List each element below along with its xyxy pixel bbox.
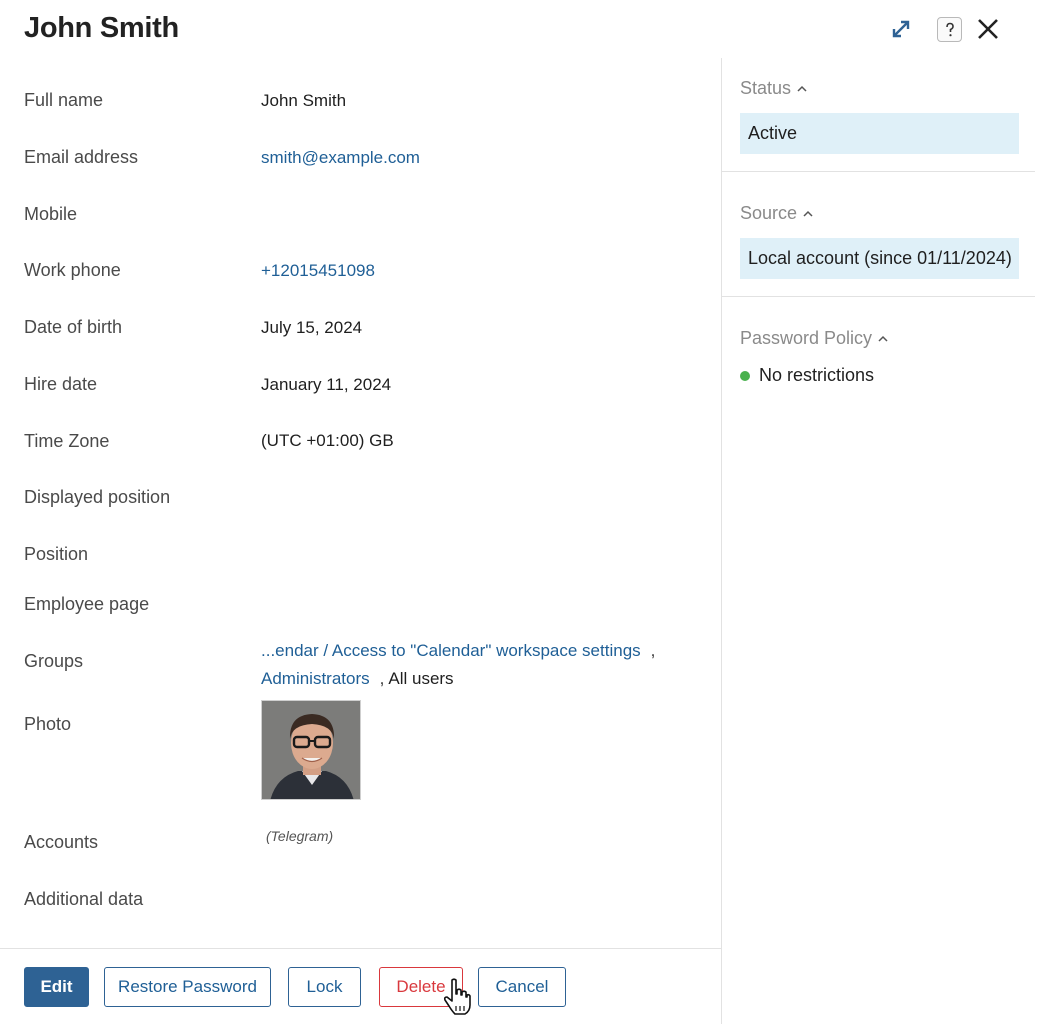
chevron-up-icon <box>878 335 888 342</box>
close-icon[interactable] <box>974 15 1002 43</box>
sidebar-divider <box>721 58 722 1024</box>
work-phone-link[interactable]: +12015451098 <box>261 261 375 281</box>
groups-line-1: ...endar / Access to "Calendar" workspac… <box>261 641 655 661</box>
password-policy-section-toggle[interactable]: Password Policy <box>740 328 888 349</box>
group-separator: , <box>379 669 385 688</box>
password-policy-text: No restrictions <box>759 365 875 385</box>
chevron-up-icon <box>803 210 813 217</box>
date-of-birth-label: Date of birth <box>24 317 123 337</box>
footer-divider <box>0 948 721 949</box>
groups-line-2: Administrators, All users <box>261 669 454 689</box>
help-icon[interactable] <box>937 17 962 42</box>
group-all-users: All users <box>388 669 454 688</box>
hire-date-value: January 11, 2024 <box>261 375 392 394</box>
work-phone-label: Work phone <box>24 260 121 280</box>
email-label: Email address <box>24 147 139 167</box>
groups-label: Groups <box>24 651 84 671</box>
restore-password-button[interactable]: Restore Password <box>104 967 271 1007</box>
sidebar-divider <box>722 171 1035 172</box>
delete-button[interactable]: Delete <box>379 967 463 1007</box>
status-dot-icon <box>740 370 750 381</box>
source-section-toggle[interactable]: Source <box>740 203 813 224</box>
employee-page-label: Employee page <box>24 594 150 614</box>
page-title: John Smith <box>24 12 179 44</box>
group-link-calendar[interactable]: ...endar / Access to "Calendar" workspac… <box>261 641 641 660</box>
group-separator: , <box>650 641 656 660</box>
full-name-value: John Smith <box>261 91 347 110</box>
hire-date-label: Hire date <box>24 374 98 394</box>
email-link[interactable]: smith@example.com <box>261 148 420 168</box>
date-of-birth-value: July 15, 2024 <box>261 318 363 337</box>
full-name-label: Full name <box>24 90 104 110</box>
group-link-administrators[interactable]: Administrators <box>261 669 370 688</box>
photo-label: Photo <box>24 714 72 734</box>
additional-data-label: Additional data <box>24 889 144 909</box>
accounts-label: Accounts <box>24 832 99 852</box>
time-zone-value: (UTC +01:00) GB <box>261 431 394 450</box>
source-title: Source <box>740 203 798 223</box>
accounts-value: (Telegram) <box>266 828 334 844</box>
status-title: Status <box>740 78 792 98</box>
status-section-toggle[interactable]: Status <box>740 78 807 99</box>
chevron-up-icon <box>797 85 807 92</box>
lock-button[interactable]: Lock <box>288 967 361 1007</box>
position-label: Position <box>24 544 89 564</box>
expand-icon[interactable] <box>888 16 914 42</box>
status-badge: Active <box>740 113 1019 154</box>
avatar <box>261 700 361 800</box>
source-value: Local account (since 01/11/2024) <box>740 238 1019 279</box>
cancel-button[interactable]: Cancel <box>478 967 566 1007</box>
edit-button[interactable]: Edit <box>24 967 89 1007</box>
time-zone-label: Time Zone <box>24 431 110 451</box>
sidebar-divider <box>722 296 1035 297</box>
mobile-label: Mobile <box>24 204 78 224</box>
displayed-position-label: Displayed position <box>24 487 171 507</box>
password-policy-title: Password Policy <box>740 328 873 348</box>
password-policy-value: No restrictions <box>740 365 874 386</box>
